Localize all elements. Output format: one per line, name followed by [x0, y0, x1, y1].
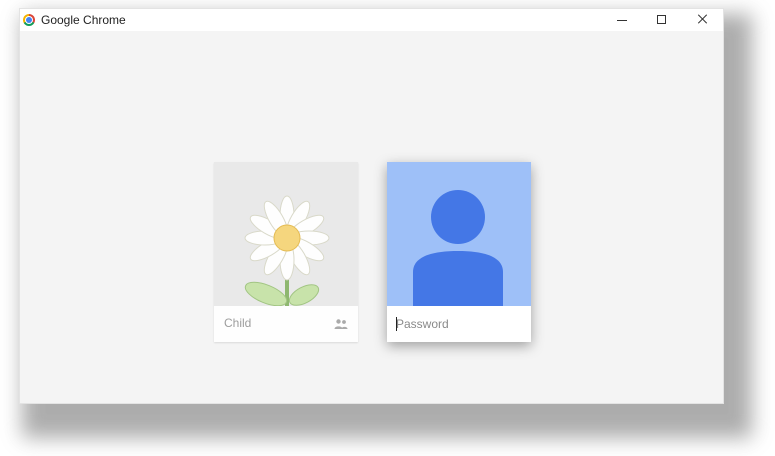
supervised-user-icon: [334, 319, 348, 329]
password-footer: [387, 306, 531, 342]
daisy-flower-icon: [244, 195, 330, 306]
user-pod-focused[interactable]: [387, 162, 531, 342]
child-user-name: Child: [224, 316, 252, 330]
default-person-avatar-icon: [413, 190, 503, 306]
password-input[interactable]: [394, 312, 524, 336]
child-pod-footer: Child: [214, 306, 358, 342]
user-pods-area: Child: [20, 9, 723, 403]
user-pod-child[interactable]: Child: [214, 162, 358, 342]
text-caret: [396, 317, 397, 331]
child-avatar: [214, 162, 358, 306]
user-avatar: [387, 162, 531, 306]
chrome-window: Google Chrome Child: [19, 8, 724, 404]
